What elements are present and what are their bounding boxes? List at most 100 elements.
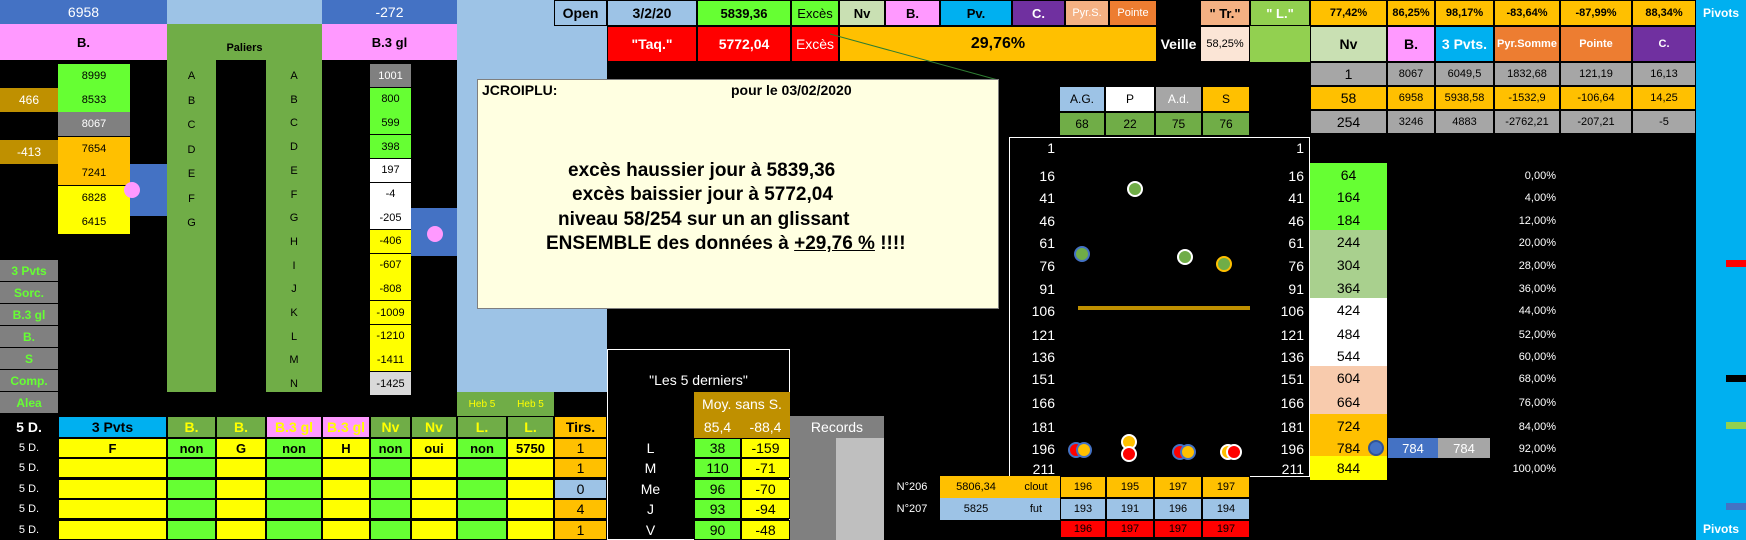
right-row1-cell: 1832,68: [1494, 62, 1560, 86]
heb-label: Heb 5: [457, 392, 507, 416]
bottom-cell: [266, 519, 322, 540]
scale-nv-value: 64: [1310, 163, 1387, 187]
scale-nv-value: 184: [1310, 208, 1387, 232]
c-label: C.: [1012, 0, 1065, 26]
b3-value: -205: [370, 206, 411, 230]
scale-pct-value: 76,00%: [1518, 397, 1556, 409]
derniers-col1: 90: [694, 519, 741, 540]
scale-dot-10: [1180, 444, 1196, 460]
bottom-cell: [370, 499, 411, 520]
right-row2-cell: 5938,58: [1435, 86, 1494, 110]
scale-nv-value: 364: [1310, 276, 1387, 300]
b3-value: 800: [370, 87, 411, 111]
right-row2-cell: -106,64: [1560, 86, 1632, 110]
pivot-marker-black: [1726, 375, 1746, 382]
legend-item: Alea: [0, 392, 58, 413]
bottom-header: B.: [216, 416, 266, 438]
comment-box: JCROIPLU: pour le 03/02/2020 excès hauss…: [477, 79, 999, 309]
records-label: Records: [790, 416, 884, 438]
side-value-1: 466: [0, 88, 58, 112]
derniers-col1: 96: [694, 478, 741, 499]
records-grey-2: [836, 438, 884, 540]
bottom-row-label: 5 D.: [0, 499, 58, 520]
right-row1-cell: 8067: [1387, 62, 1435, 86]
taq-value: 5772,04: [697, 26, 791, 62]
scale-left-value: 151: [1031, 371, 1055, 387]
record-row2-value: 196: [1154, 498, 1202, 520]
b3-value: 197: [370, 158, 411, 182]
right-row2-cell: -1532,9: [1494, 86, 1560, 110]
scale-left-value: 61: [1039, 235, 1055, 251]
right-percent: 88,34%: [1632, 0, 1696, 26]
scale-left-value: 16: [1039, 168, 1055, 184]
scale-right-value: 151: [1280, 371, 1304, 387]
palier-letter-right: L: [290, 330, 298, 343]
bottom-cell: non: [167, 438, 216, 458]
record-row2-value: 191: [1106, 498, 1154, 520]
bottom-cell: [58, 499, 167, 520]
scale-left-value: 136: [1031, 349, 1055, 365]
moy-value-1: 85,4: [694, 416, 741, 438]
right-label: Nv: [1310, 26, 1387, 62]
scale-nv-value: 424: [1310, 298, 1387, 322]
pivot-marker-red: [1726, 260, 1746, 267]
scale-dot-4: [1216, 256, 1232, 272]
pointe-label: Pointe: [1109, 0, 1157, 26]
scale-pct-value: 84,00%: [1518, 421, 1556, 433]
scale-dot-3: [1177, 249, 1193, 265]
derniers-day: L: [646, 440, 655, 456]
scale-right-value: 76: [1288, 258, 1304, 274]
comment-line4a: ENSEMBLE des données à: [546, 233, 795, 254]
scale-nv-value: 844: [1310, 456, 1387, 480]
right-row3-cell: -5: [1632, 110, 1696, 134]
legend-item: B.: [0, 326, 58, 347]
palier-letter-left: C: [187, 119, 196, 131]
legend-item: Sorc.: [0, 282, 58, 303]
scale-right-value: 1: [1296, 140, 1304, 156]
record-row3-value: 197: [1106, 520, 1154, 538]
palier-letter-right: C: [290, 117, 298, 130]
derniers-col2: -48: [741, 519, 790, 540]
pivot-marker-blue: [1726, 503, 1746, 510]
pivot-marker-green: [1726, 422, 1746, 429]
palier-letter-right: B: [290, 93, 298, 106]
scale-left-value: 1: [1047, 140, 1055, 156]
bottom-cell: [457, 458, 507, 479]
scale-dot-1: [1127, 181, 1143, 197]
open-high: 5839,36: [697, 0, 791, 26]
scale-left-value: 76: [1039, 258, 1055, 274]
record-value-1: 5806,34: [940, 476, 1012, 498]
right-row1-cell: 6049,5: [1435, 62, 1494, 86]
b-value: 8067: [58, 112, 130, 136]
bottom-cell: [411, 458, 457, 479]
record-type-2: fut: [1012, 498, 1060, 520]
b3-value: 599: [370, 111, 411, 135]
palier-letter-right: I: [292, 259, 296, 272]
bottom-row-label: 5 D.: [0, 438, 58, 458]
bottom-cell: 5750: [507, 438, 554, 458]
bottom-tirs: 1: [554, 519, 607, 540]
bottom-cell: [216, 458, 266, 479]
right-row2-cell: 58: [1310, 86, 1387, 110]
agpas-label: S: [1202, 86, 1250, 112]
bottom-cell: [58, 478, 167, 499]
heb-label: Heb 5: [507, 392, 554, 416]
bottom-cell: [411, 499, 457, 520]
right-row3-cell: 254: [1310, 110, 1387, 134]
right-percent: -83,64%: [1494, 0, 1560, 26]
palier-letter-right: D: [290, 141, 298, 154]
agpas-value: 22: [1105, 112, 1155, 136]
spreadsheet-dashboard: 6958 -272 B. Paliers B.3 gl 8999 8533 8067…: [0, 0, 1746, 540]
marker-784-a: 784: [1388, 438, 1438, 458]
palier-letter-left: F: [188, 192, 195, 205]
scale-left-value: 41: [1039, 190, 1055, 206]
bottom-header: Nv: [411, 416, 457, 438]
derniers-col2: -159: [741, 438, 790, 458]
bottom-cell: [322, 519, 370, 540]
l-fill: [1250, 26, 1310, 62]
l-label: " L.": [1250, 0, 1310, 26]
bottom-row-label: 5 D.: [0, 478, 58, 499]
exces-label: Excès: [791, 0, 839, 26]
bottom-cell: [411, 519, 457, 540]
scale-pct-value: 0,00%: [1524, 170, 1556, 182]
